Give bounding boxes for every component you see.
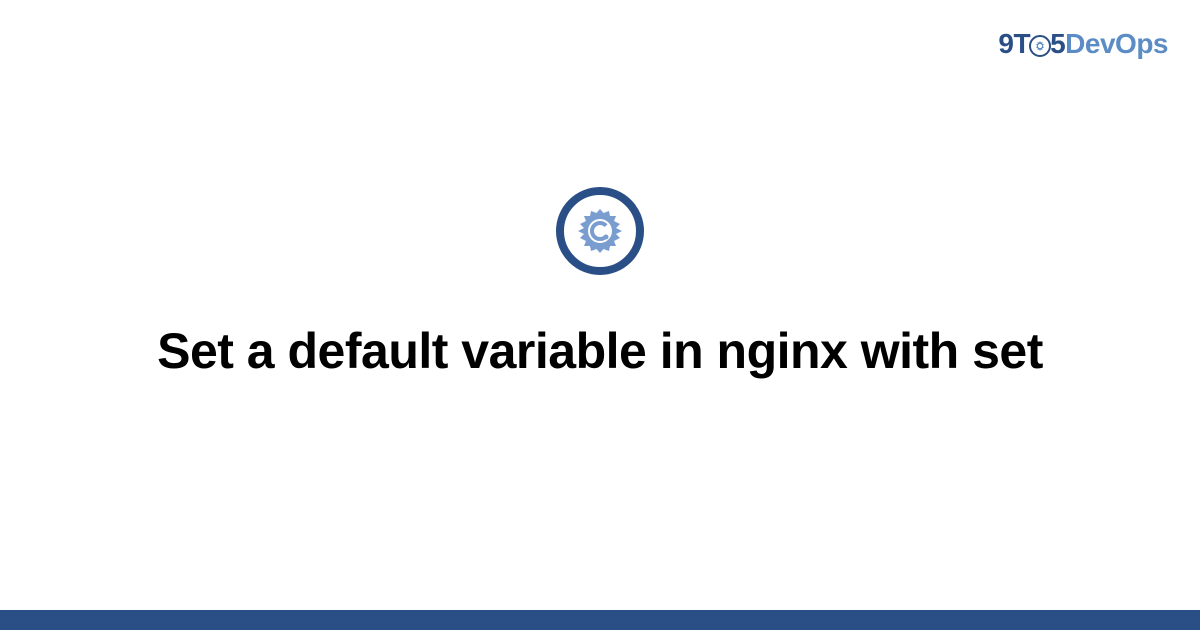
gear-icon <box>555 186 645 281</box>
main-content: Set a default variable in nginx with set <box>0 0 1200 630</box>
page-title: Set a default variable in nginx with set <box>157 319 1043 384</box>
footer-bar <box>0 610 1200 630</box>
